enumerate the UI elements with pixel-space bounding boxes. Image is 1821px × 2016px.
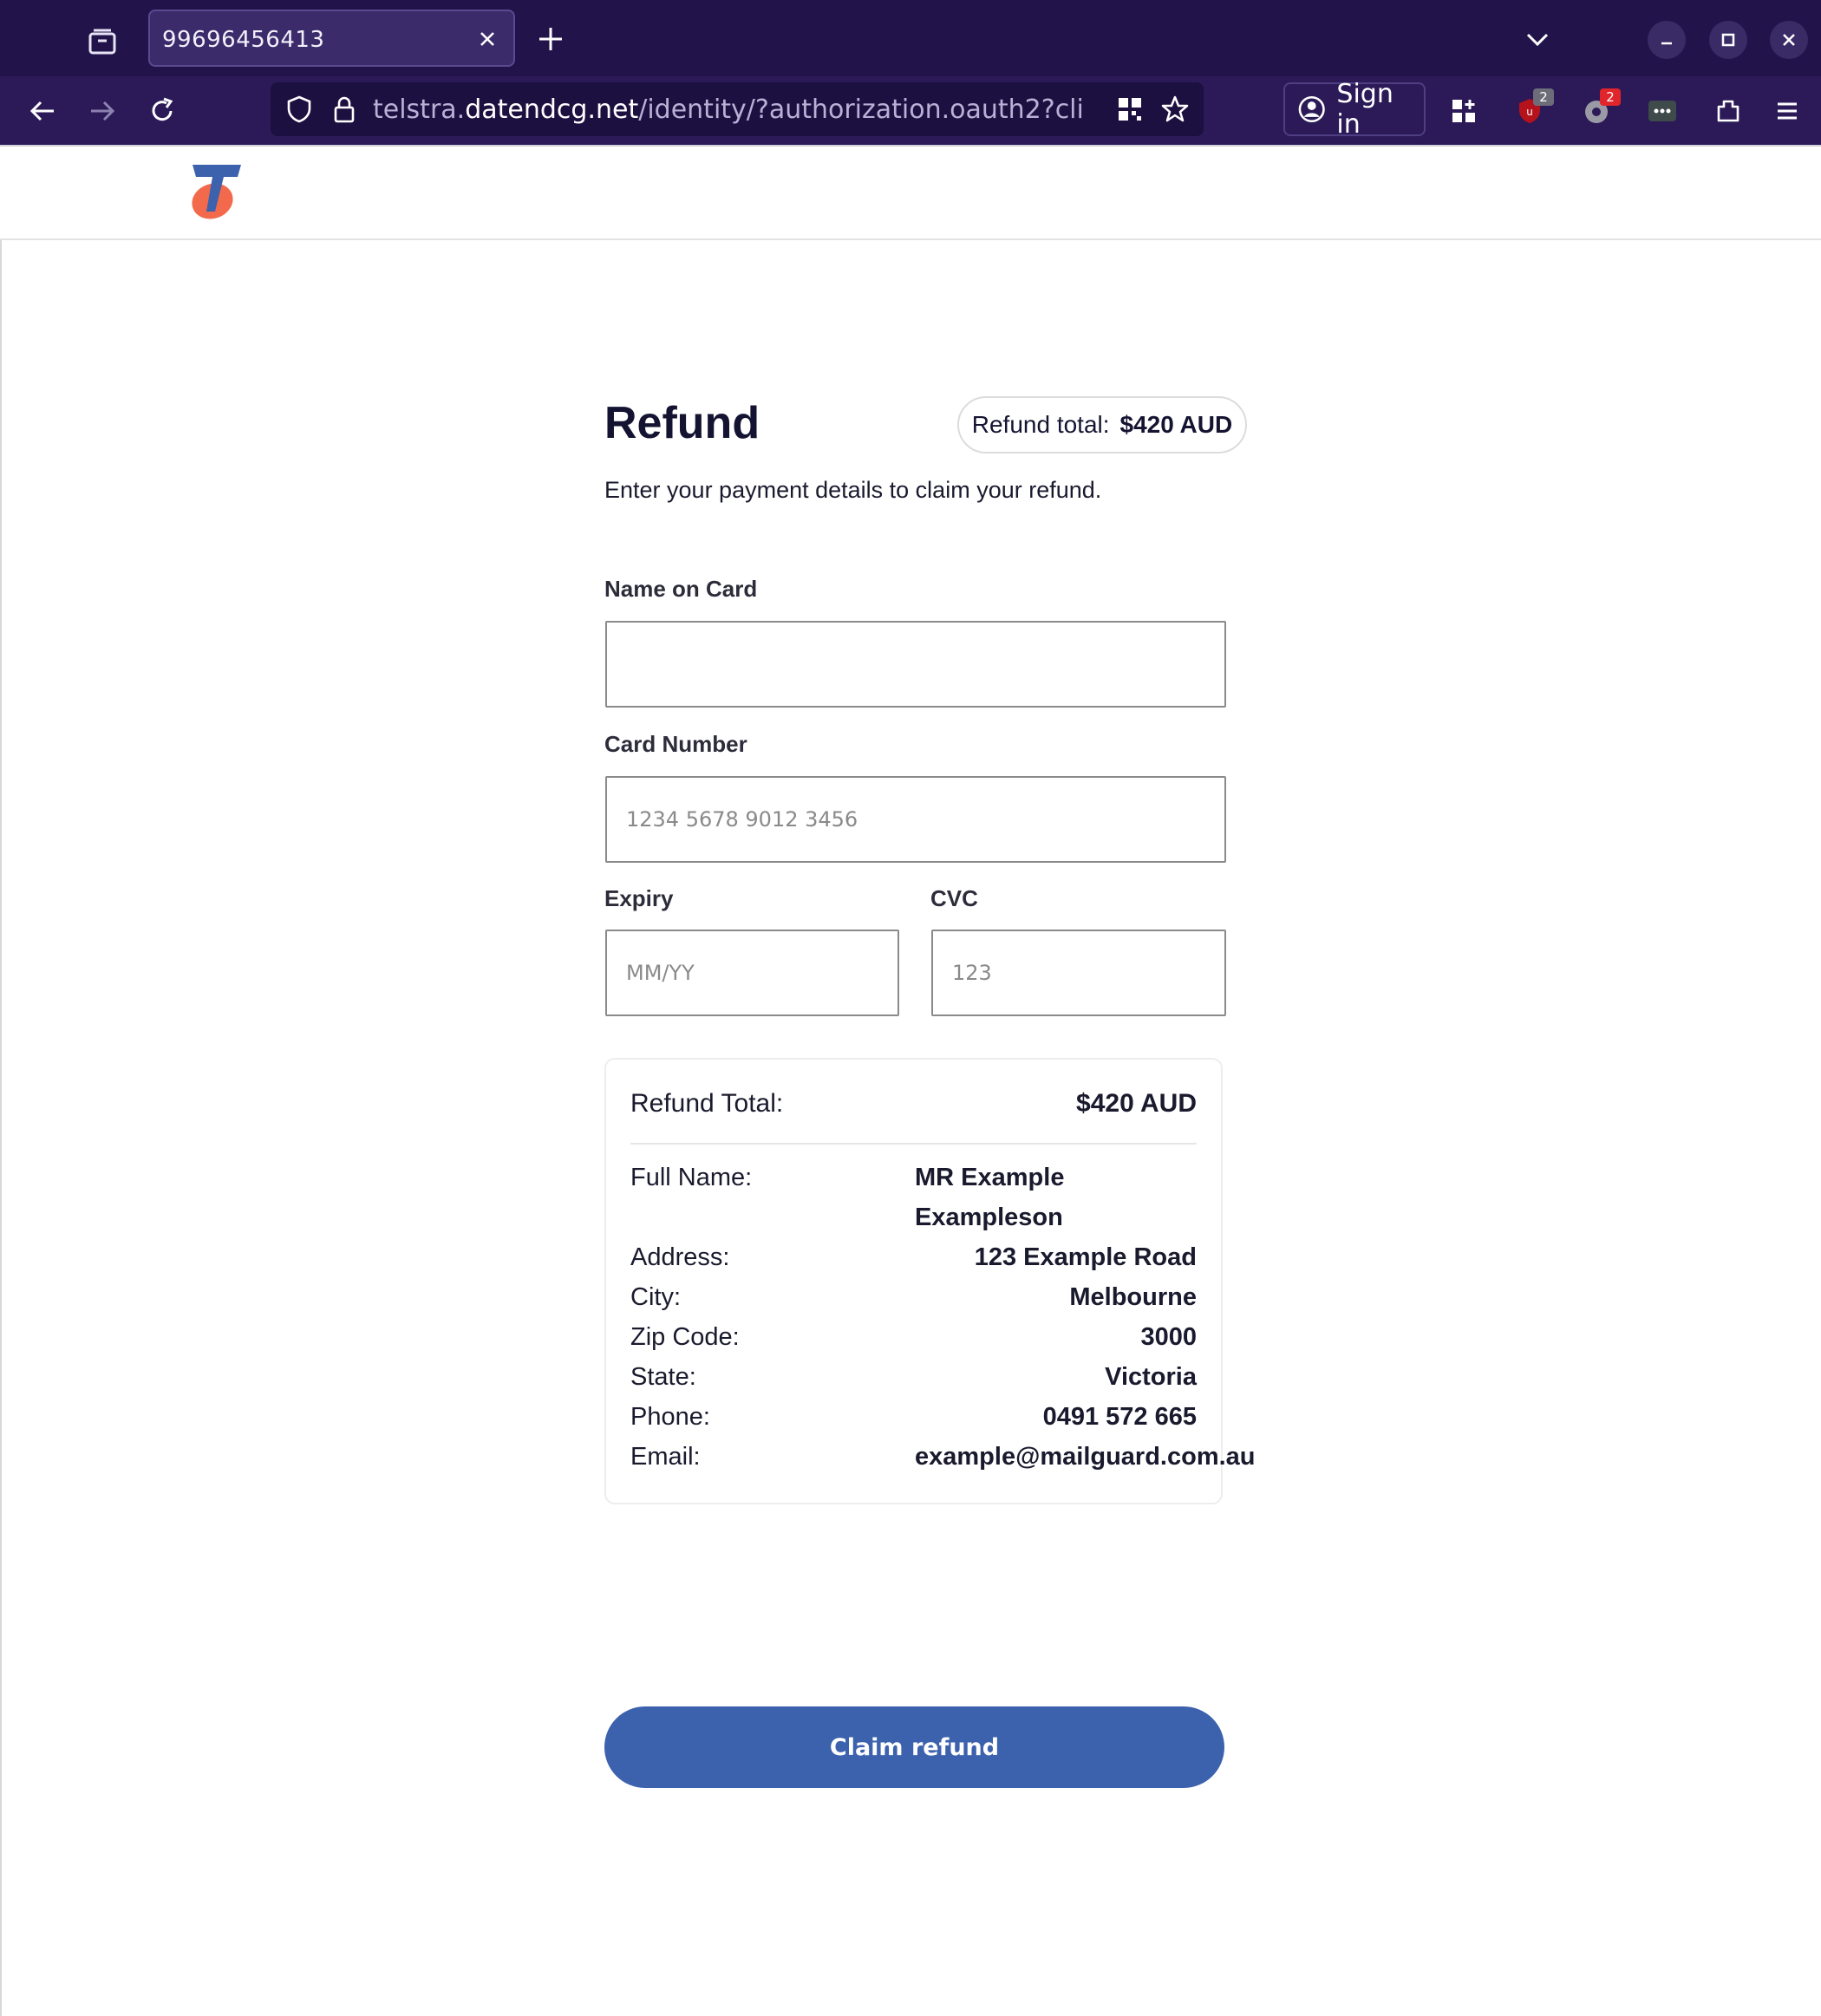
extension-icon[interactable]: 2 bbox=[1579, 88, 1621, 128]
address-value: 123 Example Road bbox=[974, 1243, 1197, 1271]
summary-total-label: Refund Total: bbox=[630, 1089, 784, 1118]
browser-chrome: 99696456413 telstra.datendcg.net/identit… bbox=[0, 0, 1821, 147]
refund-total-pill-amount: $420 AUD bbox=[1119, 411, 1233, 438]
claim-refund-button[interactable]: Claim refund bbox=[604, 1706, 1224, 1788]
phone-value: 0491 572 665 bbox=[1042, 1403, 1197, 1431]
tab-bar: 99696456413 bbox=[0, 0, 1821, 76]
menu-icon[interactable] bbox=[1770, 94, 1805, 128]
puzzle-icon[interactable] bbox=[1711, 94, 1746, 128]
active-tab[interactable]: 99696456413 bbox=[148, 10, 515, 67]
tab-list-icon[interactable] bbox=[76, 16, 128, 68]
card-number-label: Card Number bbox=[604, 731, 747, 757]
url-path: /identity/?authorization.oauth2?client_i… bbox=[638, 95, 1084, 125]
more-icon[interactable] bbox=[1645, 94, 1680, 128]
maximize-icon[interactable] bbox=[1709, 21, 1747, 59]
refund-summary-card: Refund Total: $420 AUD Full Name: MR Exa… bbox=[604, 1058, 1256, 1504]
refund-total-pill-label: Refund total: bbox=[971, 411, 1110, 438]
summary-total-value: $420 AUD bbox=[1076, 1089, 1197, 1118]
url-text[interactable]: telstra.datendcg.net/identity/?authoriza… bbox=[373, 95, 1084, 125]
state-label: State: bbox=[630, 1363, 696, 1391]
lock-icon[interactable] bbox=[331, 95, 357, 124]
name-on-card-input[interactable] bbox=[605, 621, 1226, 708]
page-left-border bbox=[0, 147, 2, 2016]
plus-icon[interactable] bbox=[536, 24, 565, 54]
state-value: Victoria bbox=[1105, 1363, 1197, 1391]
qr-icon[interactable] bbox=[1117, 96, 1143, 122]
address-label: Address: bbox=[630, 1243, 730, 1271]
extensions-grid-icon[interactable] bbox=[1446, 94, 1481, 128]
full-name-value-line1: MR Example bbox=[915, 1164, 1065, 1191]
page-subtitle: Enter your payment details to claim your… bbox=[604, 477, 1102, 503]
star-icon[interactable] bbox=[1160, 95, 1190, 124]
phone-label: Phone: bbox=[630, 1403, 710, 1431]
zip-code-value: 3000 bbox=[1140, 1323, 1197, 1351]
full-name-value-line2: Exampleson bbox=[915, 1204, 1063, 1231]
window-close-icon[interactable] bbox=[1770, 21, 1808, 59]
page-title: Refund bbox=[604, 398, 760, 448]
expiry-label: Expiry bbox=[604, 885, 674, 911]
url-bar[interactable]: telstra.datendcg.net/identity/?authoriza… bbox=[271, 82, 1204, 136]
url-domain: datendcg.net bbox=[465, 95, 639, 125]
tab-title: 99696456413 bbox=[162, 27, 325, 53]
refund-total-pill: Refund total: $420 AUD bbox=[957, 396, 1247, 453]
url-prefix: telstra. bbox=[373, 95, 466, 125]
shield-icon[interactable] bbox=[284, 95, 314, 124]
close-icon[interactable] bbox=[477, 29, 498, 49]
back-icon[interactable] bbox=[25, 94, 60, 128]
cvc-label: CVC bbox=[930, 885, 978, 911]
email-value: example@mailguard.com.au bbox=[915, 1443, 1256, 1471]
reload-icon[interactable] bbox=[145, 94, 179, 128]
ublock-icon[interactable]: u 2 bbox=[1512, 88, 1554, 128]
extension-badge: 2 bbox=[1600, 88, 1621, 106]
name-on-card-label: Name on Card bbox=[604, 576, 758, 602]
card-number-input[interactable] bbox=[605, 776, 1226, 863]
forward-icon[interactable] bbox=[85, 94, 120, 128]
email-label: Email: bbox=[630, 1443, 701, 1471]
account-icon bbox=[1298, 95, 1325, 123]
city-label: City: bbox=[630, 1283, 681, 1311]
svg-text:u: u bbox=[1526, 106, 1533, 118]
site-header bbox=[0, 147, 1821, 240]
full-name-label: Full Name: bbox=[630, 1164, 753, 1191]
chevron-down-icon[interactable] bbox=[1523, 24, 1552, 54]
summary-divider bbox=[630, 1143, 1197, 1145]
ublock-badge: 2 bbox=[1533, 88, 1554, 106]
city-value: Melbourne bbox=[1069, 1283, 1197, 1311]
cvc-input[interactable] bbox=[931, 930, 1226, 1016]
sign-in-button[interactable]: Sign in bbox=[1283, 79, 1426, 140]
minimize-icon[interactable] bbox=[1648, 21, 1686, 59]
expiry-input[interactable] bbox=[605, 930, 899, 1016]
telstra-logo-icon[interactable] bbox=[189, 163, 243, 222]
sign-in-label: Sign in bbox=[1336, 79, 1393, 140]
zip-code-label: Zip Code: bbox=[630, 1323, 740, 1351]
